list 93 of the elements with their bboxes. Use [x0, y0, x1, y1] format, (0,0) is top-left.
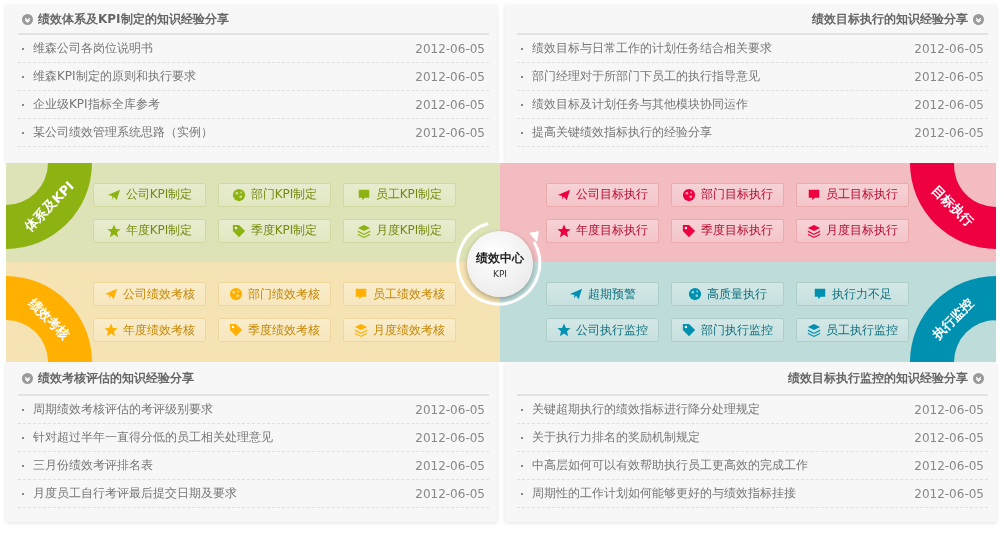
article-link[interactable]: 某公司绩效管理系统思路（实例）: [33, 124, 416, 141]
category-button[interactable]: 部门执行监控: [671, 318, 784, 342]
category-button[interactable]: 员工KPI制定: [343, 182, 456, 207]
category-button[interactable]: 部门绩效考核: [218, 282, 331, 306]
category-button[interactable]: 季度KPI制定: [218, 218, 331, 243]
article-date: 2012-06-05: [914, 402, 984, 417]
paper-plane-icon: [106, 187, 121, 202]
article-date: 2012-06-05: [415, 402, 485, 417]
article-date: 2012-06-05: [415, 125, 485, 140]
category-button[interactable]: 高质量执行: [671, 282, 784, 306]
category-button[interactable]: 年度目标执行: [546, 218, 659, 243]
chat-icon: [813, 287, 827, 301]
category-button[interactable]: 员工执行监控: [796, 318, 909, 342]
article-date: 2012-06-05: [914, 97, 984, 112]
article-date: 2012-06-05: [415, 430, 485, 445]
category-button[interactable]: 执行力不足: [796, 282, 909, 306]
category-button[interactable]: 公司目标执行: [546, 182, 659, 207]
article-date: 2012-06-05: [914, 458, 984, 473]
chat-icon: [356, 187, 371, 202]
article-date: 2012-06-05: [914, 430, 984, 445]
layers-icon: [354, 323, 368, 337]
panel-title: 绩效体系及KPI制定的知识经验分享: [38, 10, 229, 28]
article-link[interactable]: 月度员工自行考评最后提交日期及要求: [33, 485, 416, 502]
category-button[interactable]: 员工绩效考核: [343, 282, 456, 306]
category-button[interactable]: 公司执行监控: [546, 318, 659, 342]
globe-icon: [229, 287, 243, 301]
article-link[interactable]: 绩效目标与日常工作的计划任务结合相关要求: [532, 40, 915, 57]
article-date: 2012-06-05: [914, 69, 984, 84]
category-button[interactable]: 月度KPI制定: [343, 218, 456, 243]
chevron-down-icon: [22, 372, 33, 384]
article-date: 2012-06-05: [415, 41, 485, 56]
article-link[interactable]: 维森KPI制定的原则和执行要求: [33, 68, 416, 85]
hub-title: 绩效中心: [476, 249, 524, 267]
tag-icon: [229, 323, 243, 337]
category-label: 绩效考核: [25, 295, 73, 343]
chat-icon: [354, 287, 368, 301]
category-button[interactable]: 员工目标执行: [796, 182, 909, 207]
category-button[interactable]: 年度KPI制定: [93, 218, 206, 243]
category-button[interactable]: 年度绩效考核: [93, 318, 206, 342]
article-link[interactable]: 关键超期执行的绩效指标进行降分处理规定: [532, 401, 915, 418]
category-button[interactable]: 月度绩效考核: [343, 318, 456, 342]
article-date: 2012-06-05: [914, 41, 984, 56]
article-date: 2012-06-05: [415, 97, 485, 112]
paper-plane-icon: [104, 287, 118, 301]
hub-subtitle: KPI: [493, 268, 507, 279]
article-date: 2012-06-05: [914, 125, 984, 140]
panel-title: 绩效目标执行监控的知识经验分享: [788, 369, 968, 387]
article-link[interactable]: 三月份绩效考评排名表: [33, 457, 416, 474]
category-button[interactable]: 超期预警: [546, 282, 659, 306]
star-icon: [106, 223, 121, 238]
article-link[interactable]: 周期性的工作计划如何能够更好的与绩效指标挂接: [532, 485, 915, 502]
layers-icon: [807, 223, 821, 238]
panel-title: 绩效目标执行的知识经验分享: [812, 10, 968, 28]
category-button[interactable]: 公司KPI制定: [93, 182, 206, 207]
paper-plane-icon: [569, 287, 583, 301]
article-date: 2012-06-05: [415, 458, 485, 473]
tag-icon: [682, 323, 696, 337]
chevron-down-icon: [973, 372, 984, 384]
category-button[interactable]: 季度绩效考核: [218, 318, 331, 342]
paper-plane-icon: [557, 187, 571, 202]
article-link[interactable]: 维森公司各岗位说明书: [33, 40, 416, 57]
article-link[interactable]: 提高关键绩效指标执行的经验分享: [532, 124, 915, 141]
article-link[interactable]: 周期绩效考核评估的考评级别要求: [33, 401, 416, 418]
category-label: 执行监控: [929, 295, 977, 343]
category-label: 目标执行: [929, 182, 977, 230]
article-link[interactable]: 针对超过半年一直得分低的员工相关处理意见: [33, 429, 416, 446]
chevron-down-icon: [973, 13, 984, 25]
layers-icon: [807, 323, 821, 337]
article-date: 2012-06-05: [415, 69, 485, 84]
tag-icon: [682, 223, 696, 238]
article-link[interactable]: 绩效目标及计划任务与其他模块协同运作: [532, 96, 915, 113]
globe-icon: [682, 187, 696, 202]
star-icon: [104, 323, 118, 337]
category-button[interactable]: 部门目标执行: [671, 182, 784, 207]
article-date: 2012-06-05: [415, 486, 485, 501]
panel-title: 绩效考核评估的知识经验分享: [38, 369, 194, 387]
article-link[interactable]: 企业级KPI指标全库参考: [33, 96, 416, 113]
chat-icon: [807, 187, 821, 202]
article-link[interactable]: 部门经理对于所部门下员工的执行指导意见: [532, 68, 915, 85]
article-date: 2012-06-05: [914, 486, 984, 501]
star-icon: [557, 323, 571, 337]
article-link[interactable]: 中高层如何可以有效帮助执行员工更高效的完成工作: [532, 457, 915, 474]
category-button[interactable]: 公司绩效考核: [93, 282, 206, 306]
category-button[interactable]: 月度目标执行: [796, 218, 909, 243]
category-button[interactable]: 部门KPI制定: [218, 182, 331, 207]
star-icon: [557, 223, 571, 238]
globe-icon: [231, 187, 246, 202]
article-link[interactable]: 关于执行力排名的奖励机制规定: [532, 429, 915, 446]
globe-icon: [688, 287, 702, 301]
layers-icon: [356, 223, 371, 238]
category-button[interactable]: 季度目标执行: [671, 218, 784, 243]
tag-icon: [231, 223, 246, 238]
chevron-down-icon: [22, 13, 33, 25]
